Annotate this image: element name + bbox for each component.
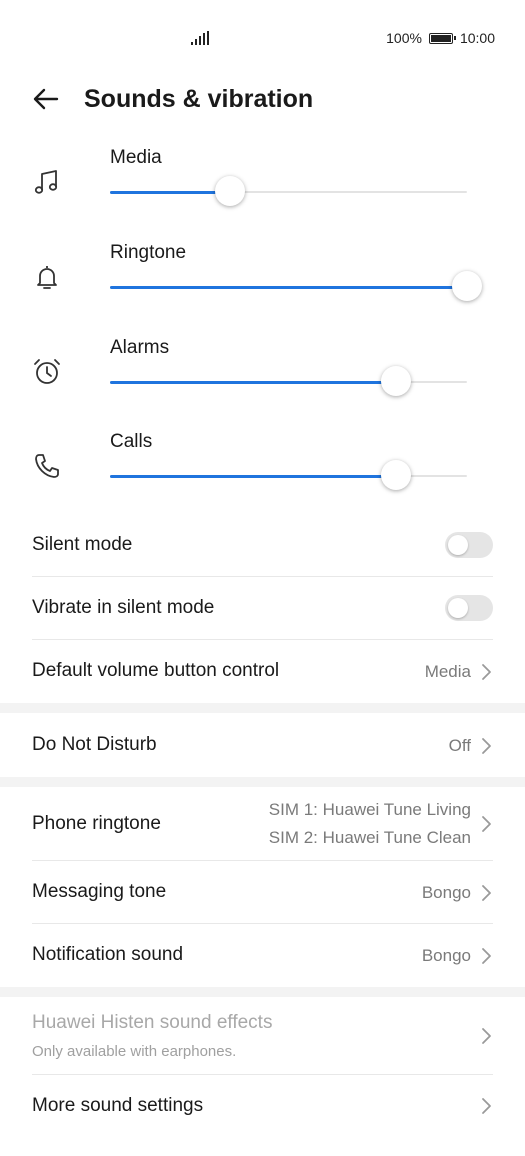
alarms-label: Alarms [110, 337, 170, 358]
vibrate-silent-toggle[interactable] [445, 595, 493, 621]
calls-label: Calls [110, 431, 153, 452]
media-volume-row: Media [0, 146, 525, 236]
do-not-disturb-label: Do Not Disturb [32, 734, 157, 755]
alarms-slider-fill [110, 380, 396, 384]
chevron-right-icon [482, 885, 491, 901]
histen-label: Huawei Histen sound effects [32, 1012, 273, 1033]
media-slider-thumb[interactable] [214, 176, 245, 206]
chevron-right-icon [482, 664, 491, 680]
notification-sound-value: Bongo [421, 946, 471, 965]
default-volume-row[interactable]: Default volume button control Media [32, 640, 493, 703]
signal-icon [191, 31, 209, 45]
more-sound-settings-row[interactable]: More sound settings [32, 1075, 493, 1138]
alarms-slider[interactable] [110, 366, 467, 396]
header: Sounds & vibration [0, 78, 525, 122]
notification-sound-label: Notification sound [32, 944, 184, 965]
calls-slider-fill [110, 474, 396, 478]
notification-sound-row[interactable]: Notification sound Bongo [32, 924, 493, 987]
clock: 10:00 [459, 30, 495, 46]
calls-slider[interactable] [110, 460, 467, 490]
phone-ringtone-label: Phone ringtone [32, 813, 161, 834]
calls-slider-thumb[interactable] [380, 460, 411, 490]
phone-icon [35, 454, 59, 478]
silent-mode-label: Silent mode [32, 534, 133, 555]
section-gap [0, 777, 525, 787]
back-arrow-icon[interactable] [30, 83, 62, 115]
phone-ringtone-sim1: SIM 1: Huawei Tune Living [268, 800, 471, 819]
do-not-disturb-row[interactable]: Do Not Disturb Off [32, 713, 493, 777]
histen-subtitle: Only available with earphones. [32, 1043, 237, 1060]
silent-mode-toggle[interactable] [445, 532, 493, 558]
messaging-tone-label: Messaging tone [32, 881, 167, 902]
default-volume-label: Default volume button control [32, 660, 280, 681]
ringtone-slider[interactable] [110, 271, 482, 301]
ringtone-slider-fill [110, 285, 467, 289]
toggle-knob [448, 535, 468, 555]
chevron-right-icon [482, 948, 491, 964]
silent-mode-row[interactable]: Silent mode [32, 514, 493, 576]
ringtone-label: Ringtone [110, 242, 187, 263]
calls-volume-row: Calls [0, 430, 525, 520]
ringtone-slider-thumb[interactable] [452, 271, 482, 301]
vibrate-silent-label: Vibrate in silent mode [32, 597, 215, 618]
messaging-tone-value: Bongo [421, 883, 471, 902]
chevron-right-icon [482, 816, 491, 832]
default-volume-value: Media [424, 662, 471, 681]
battery-icon [428, 32, 456, 44]
media-label: Media [110, 147, 162, 168]
more-sound-settings-label: More sound settings [32, 1095, 204, 1116]
vibrate-silent-row[interactable]: Vibrate in silent mode [32, 577, 493, 639]
media-slider-fill [110, 190, 230, 194]
toggle-knob [448, 598, 468, 618]
chevron-right-icon [482, 1028, 491, 1044]
chevron-right-icon [482, 1098, 491, 1114]
battery-percent: 100% [386, 30, 422, 46]
media-slider[interactable] [110, 176, 467, 206]
phone-ringtone-row[interactable]: Phone ringtone SIM 1: Huawei Tune Living… [32, 787, 493, 860]
chevron-right-icon [482, 738, 491, 754]
alarms-slider-thumb[interactable] [380, 366, 411, 396]
bell-icon [37, 266, 57, 289]
status-bar: 100% 10:00 [0, 0, 525, 78]
music-note-icon [34, 170, 58, 194]
section-gap [0, 987, 525, 997]
alarms-volume-row: Alarms [0, 336, 525, 426]
phone-ringtone-sim2: SIM 2: Huawei Tune Clean [268, 828, 471, 847]
alarm-clock-icon [34, 359, 60, 384]
section-gap [0, 703, 525, 713]
histen-row: Huawei Histen sound effects Only availab… [32, 997, 493, 1074]
do-not-disturb-value: Off [448, 736, 471, 755]
status-right: 100% 10:00 [386, 30, 495, 46]
page-title: Sounds & vibration [84, 85, 314, 113]
messaging-tone-row[interactable]: Messaging tone Bongo [32, 861, 493, 923]
ringtone-volume-row: Ringtone [0, 241, 525, 331]
